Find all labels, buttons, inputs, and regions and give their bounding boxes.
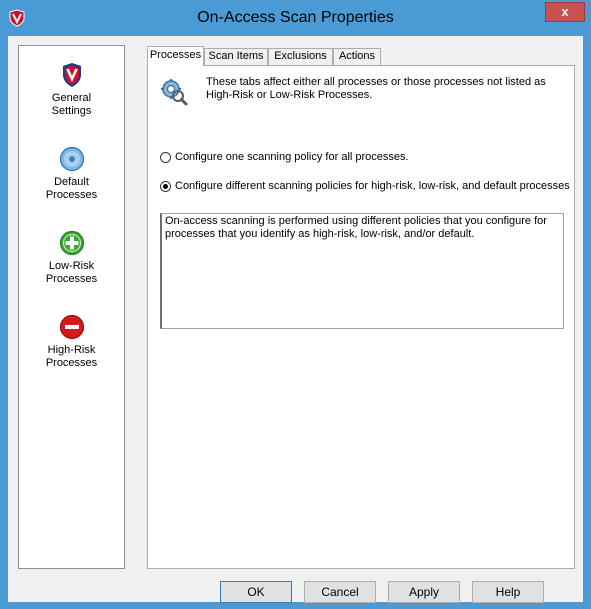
radio-label: Configure one scanning policy for all pr… [175,151,409,163]
on-access-scan-properties-window: On-Access Scan Properties x General Sett… [0,0,591,609]
tab-scan-items[interactable]: Scan Items [204,48,268,65]
help-button[interactable]: Help [472,581,544,603]
info-text: These tabs affect either all processes o… [206,76,546,101]
dialog-client-area: General Settings Default Processes Low-R… [8,36,583,603]
tab-exclusions[interactable]: Exclusions [268,48,333,65]
processes-tab-panel: These tabs affect either all processes o… [147,65,575,569]
close-button[interactable]: x [545,2,585,22]
tab-actions[interactable]: Actions [333,48,381,65]
radio-one-policy[interactable]: Configure one scanning policy for all pr… [160,151,409,163]
radio-different-policies[interactable]: Configure different scanning policies fo… [160,180,570,192]
cancel-button[interactable]: Cancel [304,581,376,603]
apply-button[interactable]: Apply [388,581,460,603]
radio-button[interactable] [160,151,171,163]
sidebar-item-label: General Settings [51,92,92,117]
title-bar[interactable]: On-Access Scan Properties x [0,0,591,36]
default-process-icon [59,146,84,172]
category-sidebar: General Settings Default Processes Low-R… [18,45,125,569]
tab-processes[interactable]: Processes [147,46,204,66]
sidebar-item-label: Low-Risk Processes [45,260,98,285]
gear-magnifier-icon [161,79,188,106]
description-box: On-access scanning is performed using di… [160,213,564,329]
sidebar-item-label: Default Processes [45,176,98,201]
radio-button[interactable] [160,180,171,192]
mcafee-shield-icon [62,63,81,87]
sidebar-item-general-settings[interactable]: General Settings [19,62,124,118]
sidebar-item-low-risk-processes[interactable]: Low-Risk Processes [19,230,124,286]
ok-button[interactable]: OK [220,581,292,603]
sidebar-item-high-risk-processes[interactable]: High-Risk Processes [19,314,124,370]
plus-circle-icon [59,230,84,256]
minus-circle-icon [59,314,84,340]
sidebar-item-default-processes[interactable]: Default Processes [19,146,124,202]
radio-label: Configure different scanning policies fo… [175,180,570,192]
window-title: On-Access Scan Properties [197,9,394,26]
sidebar-item-label: High-Risk Processes [45,344,98,369]
